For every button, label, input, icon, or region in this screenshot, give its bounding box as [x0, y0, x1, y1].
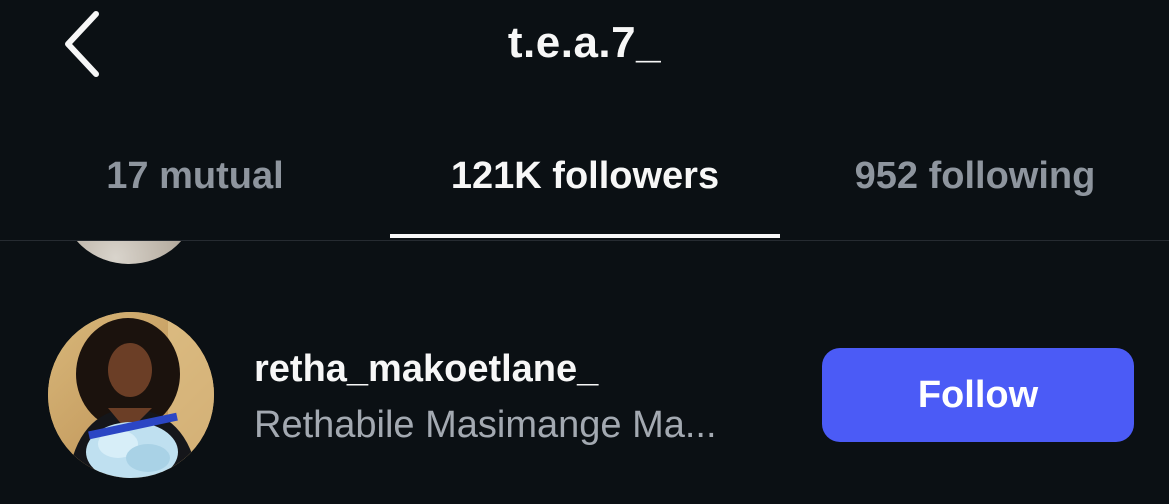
tab-mutual[interactable]: 17 mutual — [30, 152, 360, 212]
username[interactable]: retha_makoetlane_ — [254, 348, 598, 391]
full-name: Rethabile Masimange Ma... — [254, 404, 717, 446]
profile-photo — [48, 312, 214, 478]
tab-followers[interactable]: 121K followers — [390, 152, 780, 212]
page-title: t.e.a.7_ — [507, 18, 662, 67]
tab-following[interactable]: 952 following — [820, 152, 1130, 212]
follow-button[interactable]: Follow — [822, 348, 1134, 442]
tabs-divider — [0, 240, 1169, 241]
avatar[interactable] — [48, 312, 214, 478]
list-item[interactable]: retha_makoetlane_ Rethabile Masimange Ma… — [0, 300, 1169, 490]
follow-tabs: 17 mutual 121K followers 952 following — [0, 130, 1169, 240]
active-tab-indicator — [390, 234, 780, 238]
top-bar: t.e.a.7_ — [0, 0, 1169, 130]
